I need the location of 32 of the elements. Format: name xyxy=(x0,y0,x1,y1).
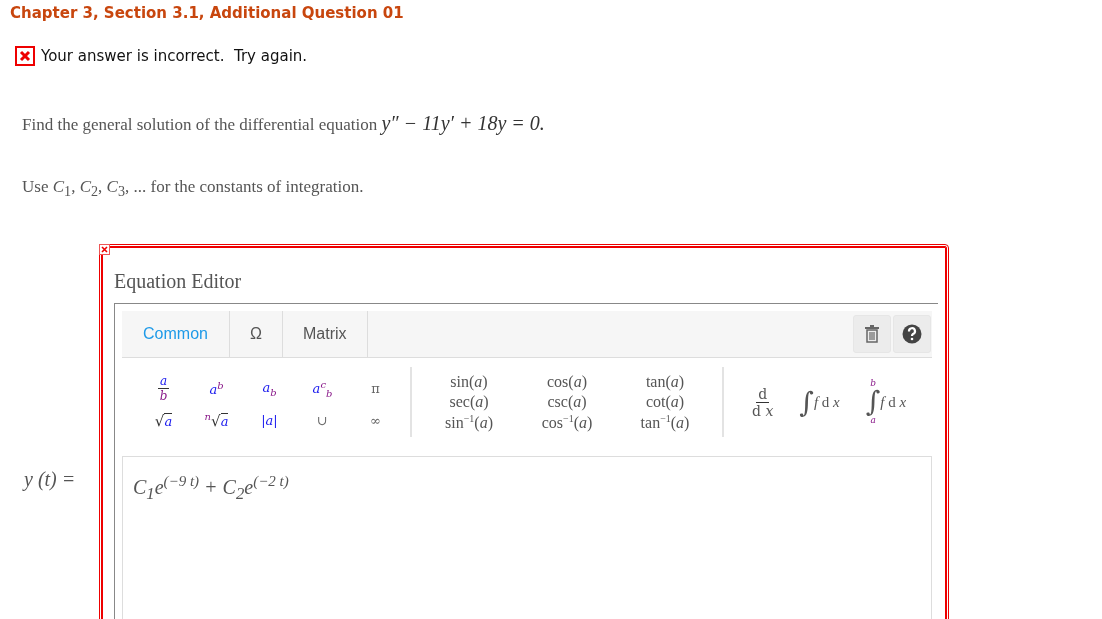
fraction-button[interactable]: a b xyxy=(157,374,170,404)
answer-field[interactable]: C$_{1}$e$^{(−9 t)}$ + C$_{2}$e$^{(−2 t)}$ xyxy=(122,456,932,619)
function-button[interactable]: cos$^{−1}$(a) xyxy=(518,412,616,433)
function-button[interactable]: tan$^{−1}$(a) xyxy=(616,412,714,433)
editor-title: Equation Editor xyxy=(114,270,243,294)
question-title: Chapter 3, Section 3.1, Additional Question 01 xyxy=(10,4,405,22)
instruction-text: Use C$_{1}$, C$_{2}$, C$_{3}$, ... for the constants of integration. xyxy=(22,177,365,201)
answer-label: y (t) = xyxy=(24,468,76,491)
template-button[interactable]: a$_{b}$ xyxy=(243,374,296,404)
root-button[interactable]: √a xyxy=(137,411,190,431)
trash-icon xyxy=(864,325,880,344)
symbol-button[interactable]: ∪ xyxy=(296,411,349,431)
function-button[interactable]: tan(a) xyxy=(616,372,714,391)
symbol-button[interactable]: π xyxy=(349,374,402,404)
function-button[interactable]: csc(a) xyxy=(518,392,616,411)
clear-button[interactable] xyxy=(853,315,891,354)
root-button[interactable]: $^{n}$√a xyxy=(190,411,243,431)
help-icon xyxy=(902,324,922,345)
function-button[interactable]: sec(a) xyxy=(420,392,518,411)
equation: y″ − 11y′ + 18y = 0. xyxy=(381,112,545,134)
derivative-button[interactable]: d d x xyxy=(752,385,774,419)
template-button[interactable]: a$^{b}$ xyxy=(190,374,243,404)
function-button[interactable]: cos(a) xyxy=(518,372,616,391)
help-button[interactable] xyxy=(893,315,931,354)
function-button[interactable]: sin$^{−1}$(a) xyxy=(420,412,518,433)
question-text: Find the general solution of the differential equation xyxy=(22,115,378,134)
definite-integral-button[interactable]: b ∫ a f d x xyxy=(865,379,907,426)
symbol-button[interactable]: ∞ xyxy=(349,411,402,431)
function-button[interactable]: cot(a) xyxy=(616,392,714,411)
feedback-message: Your answer is incorrect. Try again. xyxy=(41,47,308,65)
template-button[interactable]: |a| xyxy=(243,411,296,431)
function-button[interactable]: sin(a) xyxy=(420,372,518,391)
